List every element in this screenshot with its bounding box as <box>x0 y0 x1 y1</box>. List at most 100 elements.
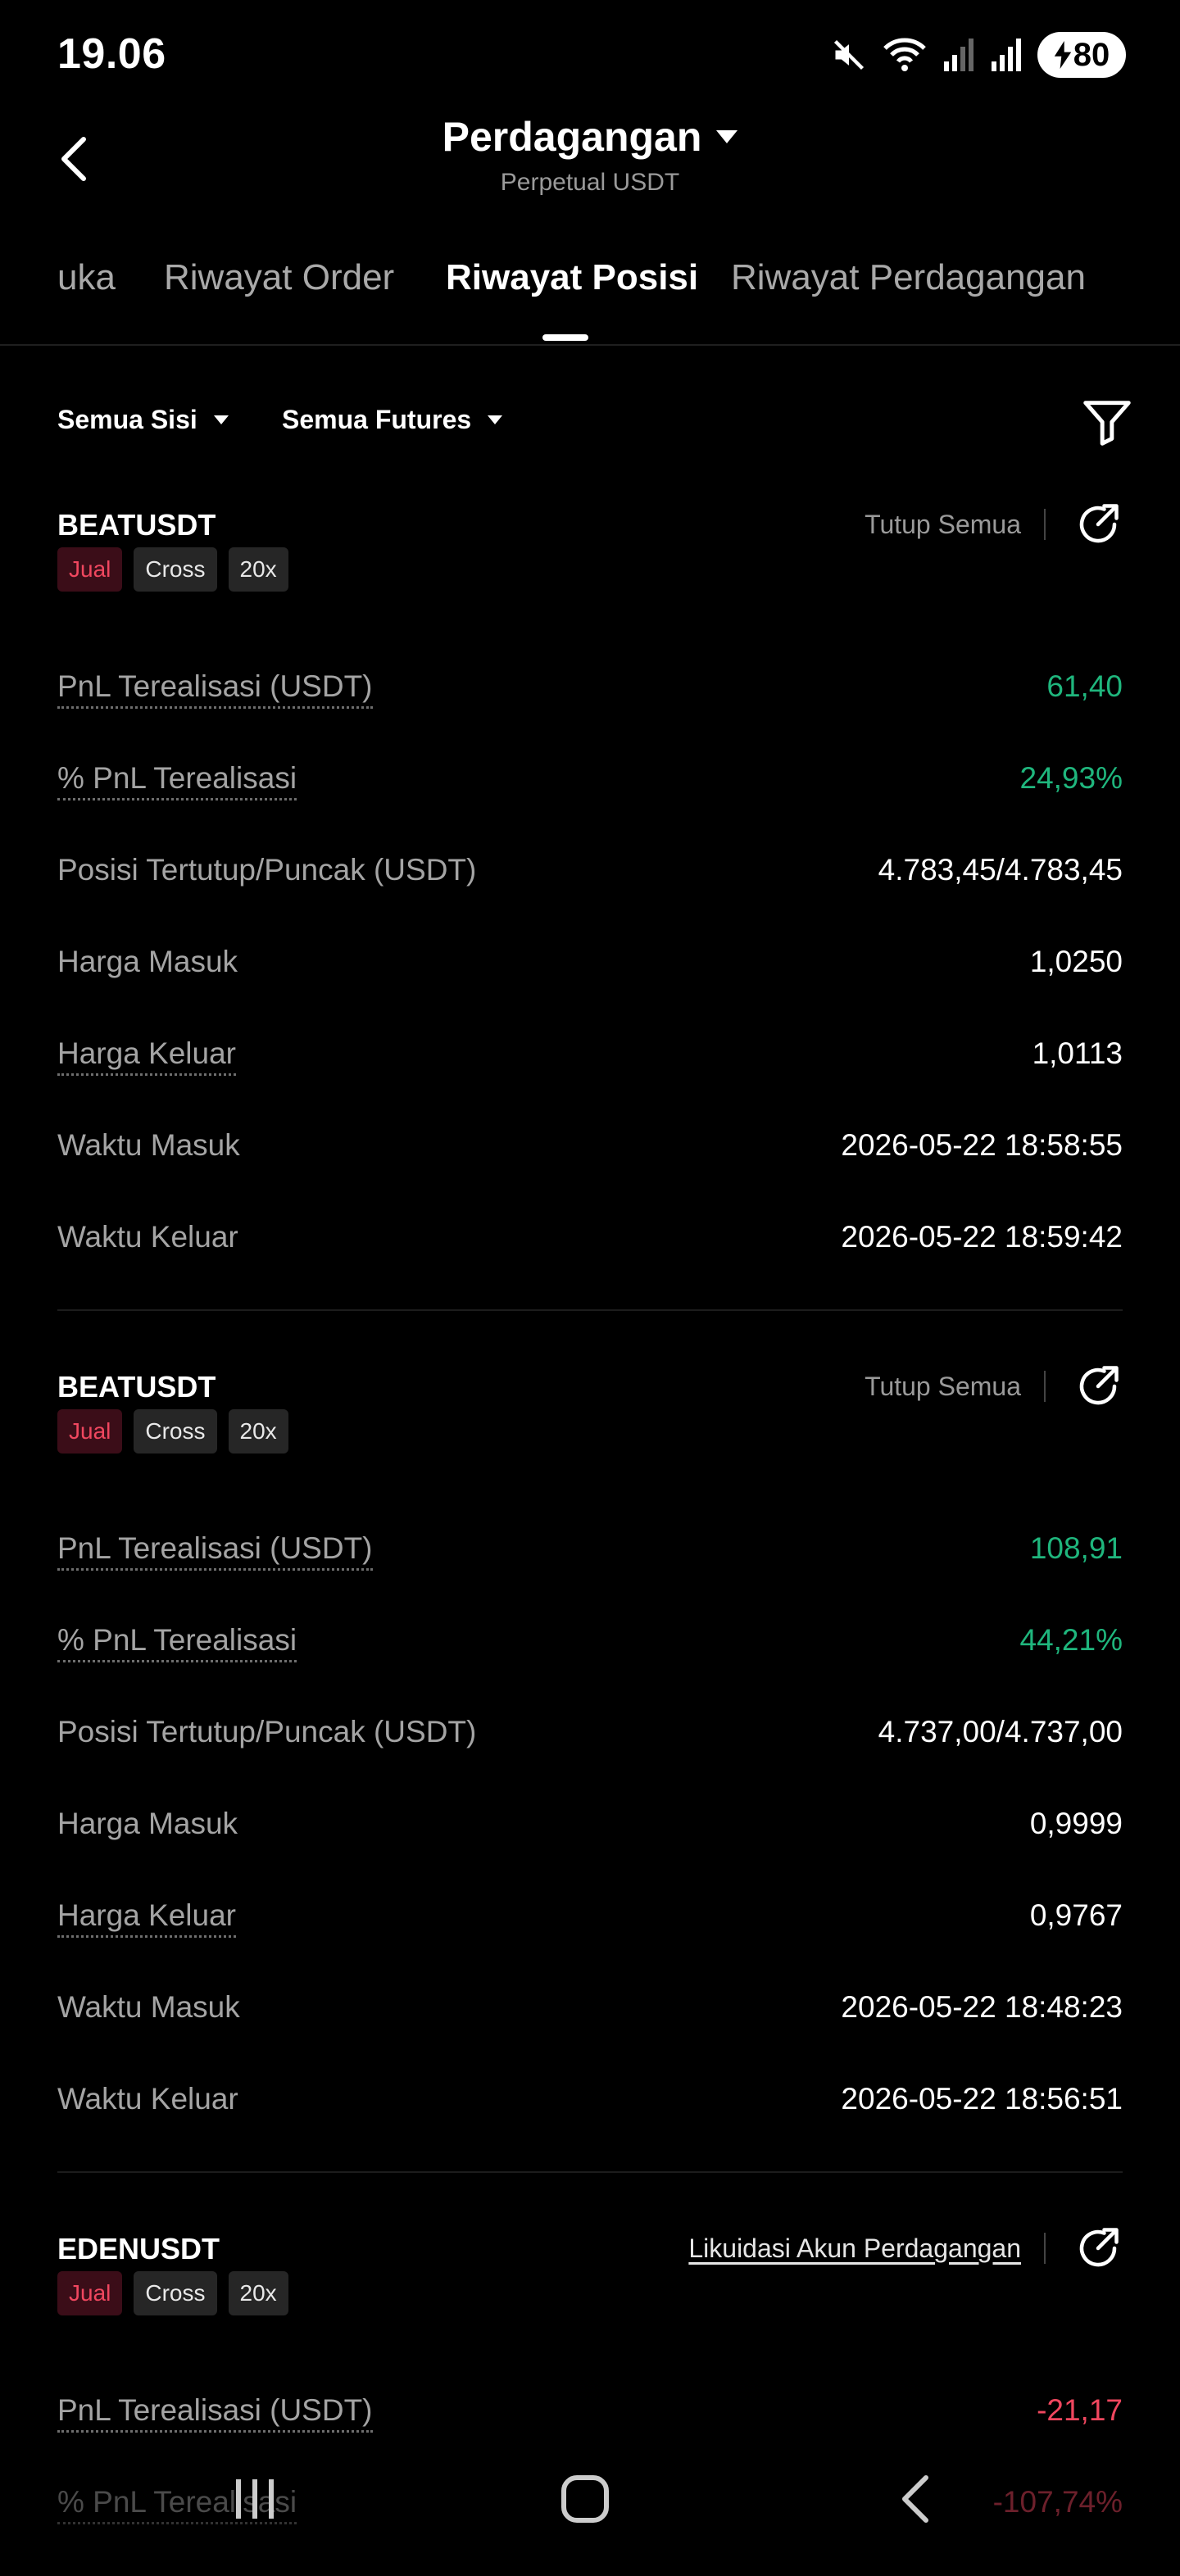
mute-icon <box>833 39 865 70</box>
closed-peak-value: 4.783,45/4.783,45 <box>878 853 1123 887</box>
exit-price-value: 0,9767 <box>1029 1898 1123 1932</box>
realized-pnl-pct-label[interactable]: % PnL Terealisasi <box>57 1622 297 1663</box>
exit-price-label[interactable]: Harga Keluar <box>57 1036 237 1077</box>
entry-time-value: 2026-05-22 18:48:23 <box>841 1990 1123 2024</box>
closed-peak-label: Posisi Tertutup/Puncak (USDT) <box>57 1715 477 1748</box>
detail-rows: PnL Terealisasi (USDT) 61,40 % PnL Tereal… <box>57 669 1123 1311</box>
tab-order-history[interactable]: Riwayat Order <box>164 257 394 298</box>
detail-row: PnL Terealisasi (USDT) 61,40 <box>57 669 1123 760</box>
realized-pnl-label[interactable]: PnL Terealisasi (USDT) <box>57 1531 373 1571</box>
detail-row: Waktu Masuk 2026-05-22 18:58:55 <box>57 1127 1123 1219</box>
realized-pnl-pct-label[interactable]: % PnL Terealisasi <box>57 760 297 801</box>
detail-row: PnL Terealisasi (USDT) 108,91 <box>57 1531 1123 1622</box>
margin-badge: Cross <box>134 2271 217 2315</box>
share-icon[interactable] <box>1073 2224 1123 2273</box>
entry-price-label: Harga Masuk <box>57 1807 238 1840</box>
exit-time-label: Waktu Keluar <box>57 1220 238 1254</box>
exit-price-label[interactable]: Harga Keluar <box>57 1898 237 1939</box>
tab-position-history[interactable]: Riwayat Posisi <box>446 257 698 298</box>
page-title: Perdagangan <box>442 114 702 160</box>
detail-row: Harga Masuk 1,0250 <box>57 944 1123 1036</box>
signal-icon <box>992 39 1021 71</box>
entry-time-label: Waktu Masuk <box>57 1128 240 1162</box>
side-filter-dropdown[interactable]: Semua Sisi <box>57 405 229 435</box>
futures-filter-label: Semua Futures <box>282 405 472 434</box>
entry-time-value: 2026-05-22 18:58:55 <box>841 1128 1123 1162</box>
entry-price-value: 0,9999 <box>1029 1807 1123 1840</box>
realized-pnl-label[interactable]: PnL Terealisasi (USDT) <box>57 2392 373 2433</box>
detail-row: % PnL Terealisasi 24,93% <box>57 760 1123 852</box>
recent-apps-icon <box>236 2479 274 2519</box>
wifi-icon <box>883 38 926 71</box>
tag-list: Jual Cross 20x <box>57 1409 288 1454</box>
detail-row: Harga Keluar 1,0113 <box>57 1036 1123 1127</box>
filter-icon[interactable] <box>1078 393 1136 451</box>
realized-pnl-pct-value: 44,21% <box>1019 1623 1123 1657</box>
filter-bar: Semua Sisi Semua Futures <box>0 385 1180 459</box>
liquidation-link[interactable]: Likuidasi Akun Perdagangan <box>688 2234 1021 2264</box>
leverage-badge: 20x <box>228 1409 288 1454</box>
symbol: EDENUSDT <box>57 2232 220 2265</box>
status-time: 19.06 <box>57 30 166 78</box>
exit-price-value: 1,0113 <box>1032 1036 1123 1070</box>
home-button[interactable] <box>544 2466 626 2532</box>
symbol: BEATUSDT <box>57 1370 216 1404</box>
recent-apps-button[interactable] <box>215 2466 297 2532</box>
close-all-button[interactable]: Tutup Semua <box>865 1372 1021 1402</box>
tab-bar: uka Riwayat Order Riwayat Posisi Riwayat… <box>0 238 1180 346</box>
divider <box>1044 1371 1046 1402</box>
realized-pnl-label[interactable]: PnL Terealisasi (USDT) <box>57 669 373 710</box>
caret-down-icon <box>716 130 738 143</box>
tag-list: Jual Cross 20x <box>57 547 288 592</box>
margin-badge: Cross <box>134 1409 217 1454</box>
closed-peak-label: Posisi Tertutup/Puncak (USDT) <box>57 853 477 887</box>
card-divider <box>57 1309 1123 1311</box>
realized-pnl-value: 108,91 <box>1029 1531 1123 1565</box>
entry-price-label: Harga Masuk <box>57 945 238 978</box>
side-badge: Jual <box>57 2271 123 2315</box>
share-icon[interactable] <box>1073 500 1123 549</box>
margin-badge: Cross <box>134 547 217 592</box>
symbol: BEATUSDT <box>57 508 216 542</box>
detail-row: Waktu Keluar 2026-05-22 18:59:42 <box>57 1219 1123 1311</box>
title-dropdown[interactable]: Perdagangan Perpetual USDT <box>0 113 1180 197</box>
exit-time-value: 2026-05-22 18:56:51 <box>841 2082 1123 2116</box>
entry-time-label: Waktu Masuk <box>57 1990 240 2024</box>
side-badge: Jual <box>57 1409 123 1454</box>
leverage-badge: 20x <box>228 547 288 592</box>
status-bar: 19.06 80 <box>0 0 1180 107</box>
tag-list: Jual Cross 20x <box>57 2271 288 2315</box>
futures-filter-dropdown[interactable]: Semua Futures <box>282 405 503 435</box>
tab-open[interactable]: uka <box>57 257 116 298</box>
detail-row: Posisi Tertutup/Puncak (USDT) 4.783,45/4.… <box>57 852 1123 944</box>
status-icons: 80 <box>831 31 1126 79</box>
close-all-button[interactable]: Tutup Semua <box>865 510 1021 540</box>
detail-row: % PnL Terealisasi 44,21% <box>57 1622 1123 1714</box>
back-nav-button[interactable] <box>874 2466 955 2532</box>
side-filter-label: Semua Sisi <box>57 405 197 434</box>
divider <box>1044 509 1046 540</box>
detail-row: Waktu Masuk 2026-05-22 18:48:23 <box>57 1989 1123 2081</box>
detail-row: Waktu Keluar 2026-05-22 18:56:51 <box>57 2081 1123 2173</box>
realized-pnl-value: 61,40 <box>1046 669 1123 703</box>
share-icon[interactable] <box>1073 1362 1123 1411</box>
system-nav-bar <box>0 2450 1180 2556</box>
caret-down-icon <box>213 415 229 424</box>
closed-peak-value: 4.737,00/4.737,00 <box>878 1715 1123 1748</box>
back-icon <box>902 2475 928 2523</box>
detail-row: Harga Keluar 0,9767 <box>57 1898 1123 1989</box>
signal-icon <box>944 39 974 71</box>
caret-down-icon <box>488 415 503 424</box>
page-header: Perdagangan Perpetual USDT <box>0 107 1180 213</box>
page-subtitle: Perpetual USDT <box>500 169 680 196</box>
battery-indicator: 80 <box>1037 32 1126 78</box>
home-icon <box>561 2475 609 2523</box>
tab-active-indicator <box>542 334 588 341</box>
detail-row: Posisi Tertutup/Puncak (USDT) 4.737,00/4.… <box>57 1714 1123 1806</box>
tab-trade-history[interactable]: Riwayat Perdagangan <box>731 257 1086 298</box>
leverage-badge: 20x <box>228 2271 288 2315</box>
realized-pnl-value: -21,17 <box>1037 2393 1123 2427</box>
detail-row: Harga Masuk 0,9999 <box>57 1806 1123 1898</box>
exit-time-label: Waktu Keluar <box>57 2082 238 2116</box>
card-divider <box>57 2171 1123 2173</box>
